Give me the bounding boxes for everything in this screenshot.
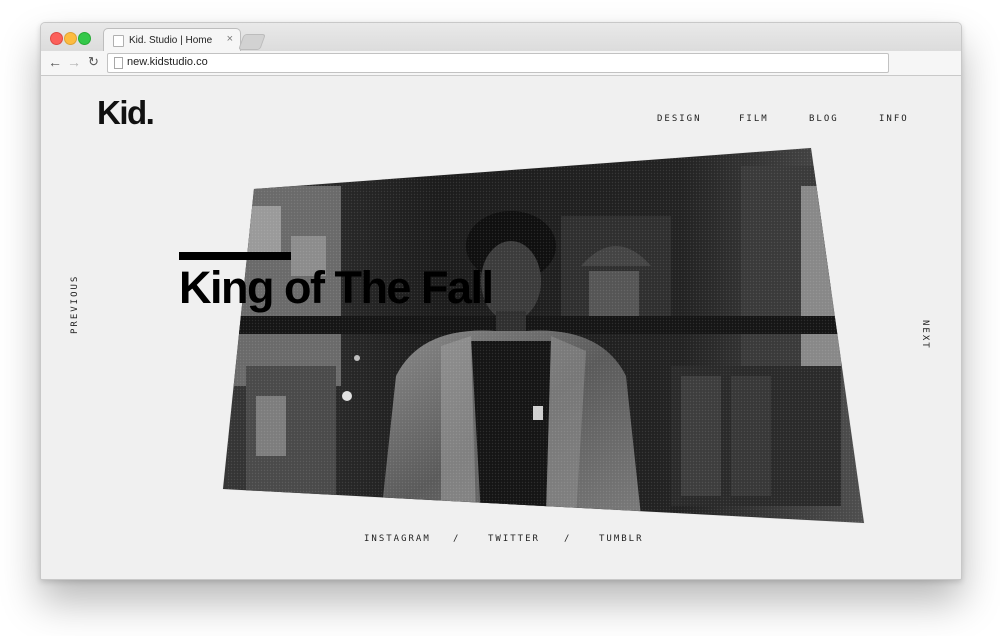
social-separator: / [453, 534, 461, 544]
minimize-window-button[interactable] [64, 32, 77, 45]
new-tab-button[interactable] [238, 34, 266, 50]
hero-photo[interactable] [41, 76, 961, 579]
reload-icon[interactable]: ↻ [88, 54, 99, 70]
tab-close-icon[interactable]: × [227, 33, 233, 45]
tab-title: Kid. Studio | Home [129, 35, 213, 46]
title-accent-bar [179, 252, 291, 260]
close-window-button[interactable] [50, 32, 63, 45]
zoom-window-button[interactable] [78, 32, 91, 45]
url-text: new.kidstudio.co [127, 56, 208, 68]
social-separator: / [564, 534, 572, 544]
back-arrow-icon[interactable]: ← [48, 54, 62, 70]
page-content: Kid. DESIGN FILM BLOG INFO King of The F… [41, 76, 961, 579]
address-bar[interactable]: new.kidstudio.co [107, 53, 889, 73]
browser-toolbar: ← → ↻ new.kidstudio.co [41, 51, 961, 76]
social-instagram[interactable]: INSTAGRAM [364, 534, 431, 544]
page-icon [114, 57, 123, 69]
social-twitter[interactable]: TWITTER [488, 534, 540, 544]
photo-scene [223, 148, 864, 523]
hero-title[interactable]: King of The Fall [179, 262, 494, 314]
previous-link[interactable]: PREVIOUS [70, 275, 80, 334]
browser-tab[interactable]: Kid. Studio | Home × [103, 28, 241, 52]
title-bar: Kid. Studio | Home × [41, 23, 961, 52]
social-tumblr[interactable]: TUMBLR [599, 534, 644, 544]
page-icon [113, 35, 124, 47]
next-link[interactable]: NEXT [920, 320, 930, 350]
forward-arrow-icon[interactable]: → [67, 54, 81, 70]
browser-window: Kid. Studio | Home × ← → ↻ new.kidstudio… [40, 22, 962, 580]
